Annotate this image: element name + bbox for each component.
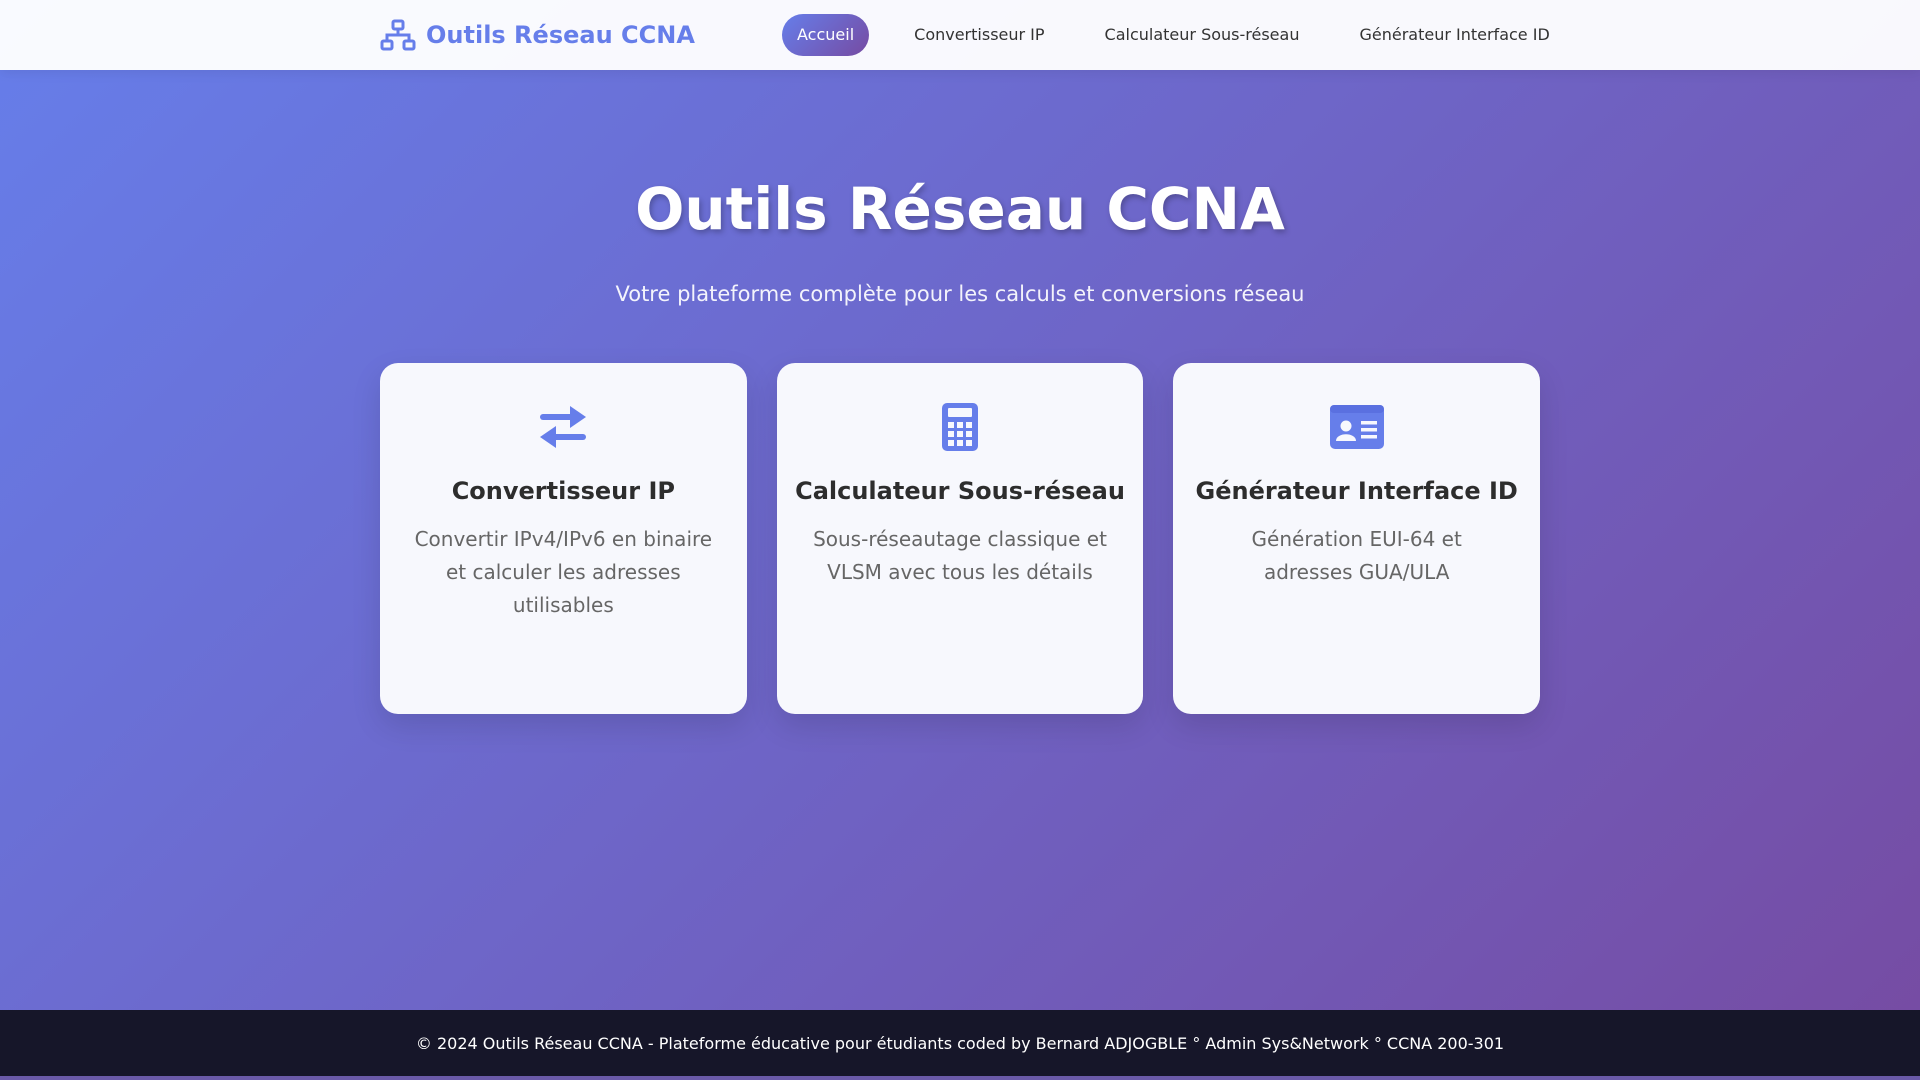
- hero-title: Outils Réseau CCNA: [635, 175, 1285, 243]
- calculator-icon: [942, 403, 978, 451]
- card-title: Convertisseur IP: [451, 477, 675, 505]
- nav-link-generateur-interface-id[interactable]: Générateur Interface ID: [1344, 14, 1564, 56]
- card-description: Génération EUI-64 et adresses GUA/ULA: [1251, 527, 1462, 584]
- card-calculateur-sous-reseau[interactable]: Calculateur Sous-réseau Sous-réseautage …: [776, 363, 1144, 714]
- brand-name: Outils Réseau CCNA: [426, 21, 695, 49]
- footer-accent-strip: [0, 1076, 1920, 1080]
- main-nav: Accueil Convertisseur IP Calculateur Sou…: [782, 14, 1595, 56]
- card-title: Générateur Interface ID: [1195, 477, 1518, 505]
- id-card-icon: [1329, 405, 1384, 449]
- card-generateur-interface-id[interactable]: Générateur Interface ID Génération EUI-6…: [1173, 363, 1541, 714]
- nav-link-calculateur-sous-reseau[interactable]: Calculateur Sous-réseau: [1090, 14, 1315, 56]
- network-icon: [380, 19, 416, 51]
- card-title: Calculateur Sous-réseau: [795, 477, 1125, 505]
- nav-link-accueil[interactable]: Accueil: [782, 14, 870, 56]
- hero-subtitle: Votre plateforme complète pour les calcu…: [615, 282, 1305, 306]
- exchange-arrows-icon: [540, 406, 587, 448]
- top-navbar: Outils Réseau CCNA Accueil Convertisseur…: [0, 0, 1920, 70]
- footer-text: © 2024 Outils Réseau CCNA - Plateforme é…: [415, 1033, 1505, 1053]
- footer: © 2024 Outils Réseau CCNA - Plateforme é…: [0, 1010, 1920, 1076]
- tool-cards: Convertisseur IP Convertir IPv4/IPv6 en …: [380, 363, 1541, 714]
- nav-link-convertisseur-ip[interactable]: Convertisseur IP: [899, 14, 1059, 56]
- card-description: Sous-réseautage classique et VLSM avec t…: [813, 527, 1107, 584]
- card-convertisseur-ip[interactable]: Convertisseur IP Convertir IPv4/IPv6 en …: [380, 363, 747, 714]
- brand-logo[interactable]: Outils Réseau CCNA: [380, 0, 695, 70]
- card-description: Convertir IPv4/IPv6 en binaire et calcul…: [414, 527, 713, 617]
